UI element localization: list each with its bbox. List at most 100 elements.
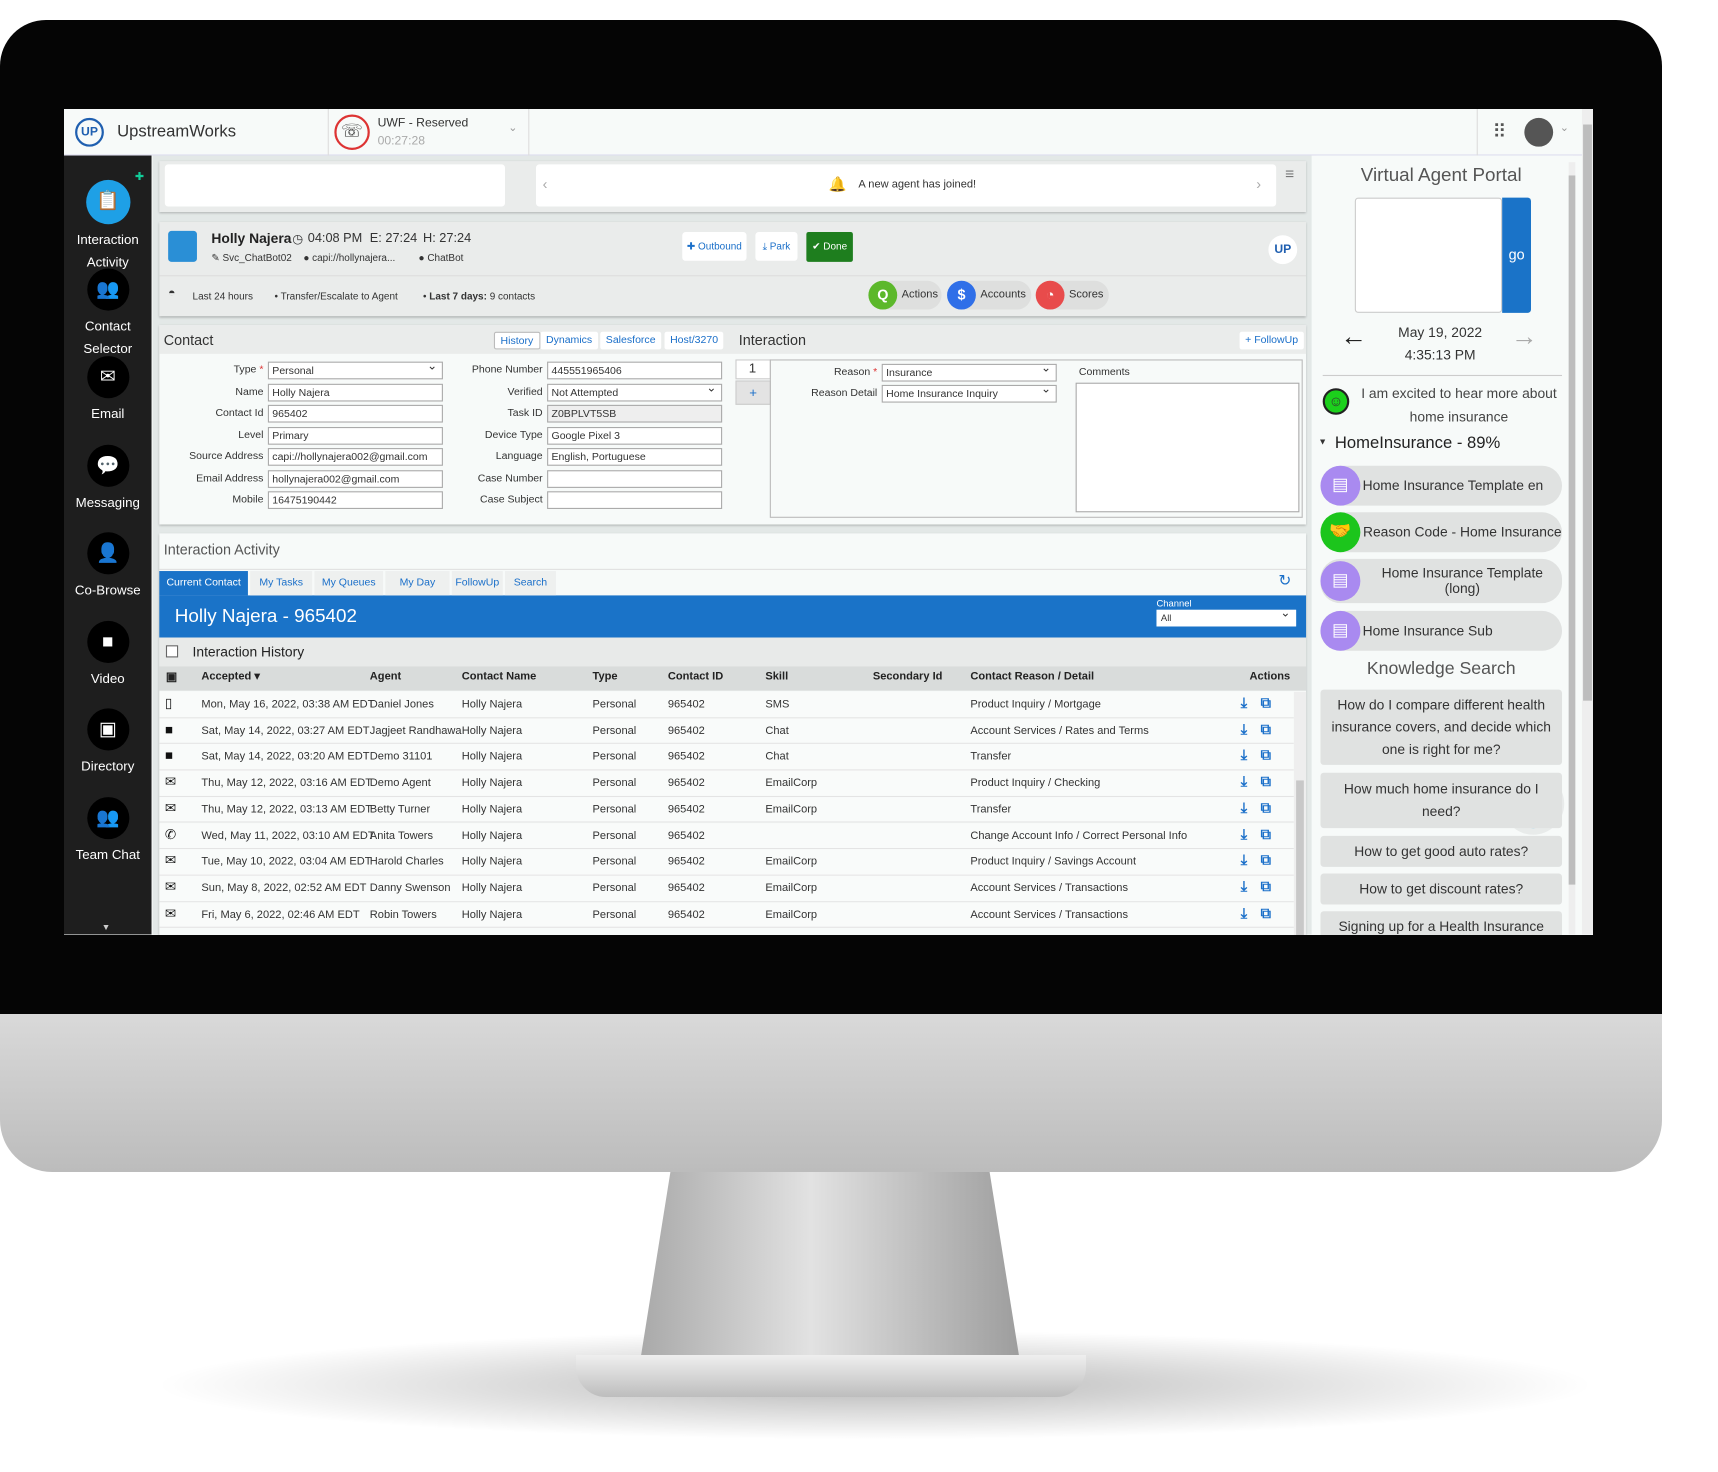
- open-external-icon[interactable]: ⧉: [1261, 878, 1271, 896]
- source-address-input[interactable]: capi://hollynajera002@gmail.com: [267, 448, 443, 466]
- import-icon[interactable]: ⤓: [1241, 747, 1247, 765]
- suggestion-chip[interactable]: 🤝 Reason Code - Home Insurance: [1320, 512, 1563, 553]
- knowledge-article[interactable]: How to get discount rates?: [1320, 873, 1563, 905]
- page-scrollbar[interactable]: [1581, 109, 1593, 935]
- sidebar-item-email[interactable]: ✉ Email: [64, 356, 152, 425]
- scrollbar-thumb[interactable]: [1568, 175, 1576, 885]
- dialpad-icon[interactable]: ⠿: [1476, 109, 1521, 156]
- channel-select[interactable]: All: [1156, 608, 1297, 627]
- add-interaction-button[interactable]: +: [735, 380, 771, 405]
- tab-my-queues[interactable]: My Queues: [314, 571, 384, 596]
- phone-number-input[interactable]: 445551965406: [547, 361, 723, 380]
- go-button[interactable]: go: [1502, 197, 1531, 313]
- tab-search[interactable]: Search: [504, 571, 556, 596]
- table-row[interactable]: ✉ Thu, May 12, 2022, 03:16 AM EDT Demo Age…: [159, 770, 1294, 797]
- suggestion-chip[interactable]: ▤ Home Insurance Template (long): [1320, 558, 1563, 604]
- open-external-icon[interactable]: ⧉: [1261, 694, 1271, 712]
- table-row[interactable]: ✉ Sun, May 8, 2022, 02:52 AM EDT Danny Swe…: [159, 875, 1294, 902]
- sidebar-item-contact[interactable]: 👥 Contact Selector: [64, 267, 152, 359]
- knowledge-article[interactable]: How much home insurance do I need?: [1320, 772, 1563, 829]
- column-header[interactable]: Accepted ▾: [201, 671, 260, 683]
- table-scrollbar[interactable]: [1293, 691, 1307, 935]
- actions-button[interactable]: Q Actions: [868, 280, 942, 310]
- column-header[interactable]: Skill: [765, 671, 788, 683]
- sidebar-item-interaction[interactable]: 📋 Interaction Activity: [64, 179, 152, 273]
- column-header[interactable]: Contact ID: [668, 671, 723, 683]
- portal-input[interactable]: [1354, 197, 1503, 313]
- verified-select[interactable]: Not Attempted: [547, 381, 723, 401]
- interaction-index-tab[interactable]: 1: [735, 359, 771, 380]
- case-subject-input[interactable]: [547, 491, 723, 509]
- type-select[interactable]: Personal: [267, 359, 443, 380]
- sidebar-item-video[interactable]: ■ Video: [64, 620, 152, 689]
- mobile-input[interactable]: 16475190442: [267, 491, 443, 509]
- open-external-icon[interactable]: ⧉: [1261, 747, 1271, 765]
- column-header[interactable]: Secondary Id: [873, 671, 943, 683]
- accounts-button[interactable]: $ Accounts: [947, 280, 1032, 310]
- tab-salesforce[interactable]: Salesforce: [600, 331, 662, 350]
- knowledge-article[interactable]: How do I compare different health insura…: [1320, 689, 1563, 765]
- contact-id-input[interactable]: 965402: [267, 404, 443, 423]
- open-external-icon[interactable]: ⧉: [1261, 799, 1271, 817]
- language-input[interactable]: English, Portuguese: [547, 448, 723, 466]
- import-icon[interactable]: ⤓: [1241, 904, 1247, 922]
- column-header[interactable]: Type: [593, 671, 618, 683]
- open-external-icon[interactable]: ⧉: [1261, 773, 1271, 791]
- prev-arrow-icon[interactable]: ‹: [543, 175, 548, 192]
- sidebar-item-co-browse[interactable]: 👤 Co-Browse: [64, 532, 152, 601]
- column-header[interactable]: Actions: [1250, 671, 1291, 683]
- sidebar-item-team-chat[interactable]: 👥 Team Chat: [64, 796, 152, 866]
- sidebar-item-directory[interactable]: ▣ Directory: [64, 708, 152, 777]
- reason-detail-select[interactable]: Home Insurance Inquiry: [881, 383, 1057, 403]
- knowledge-article[interactable]: How to get good auto rates?: [1320, 835, 1563, 867]
- import-icon[interactable]: ⤓: [1241, 773, 1247, 791]
- open-external-icon[interactable]: ⧉: [1261, 904, 1271, 922]
- tab-history[interactable]: History: [493, 331, 540, 350]
- refresh-icon[interactable]: ↻: [1278, 571, 1291, 590]
- menu-icon[interactable]: ≡: [1285, 164, 1294, 182]
- scrollbar-thumb[interactable]: [1296, 780, 1304, 935]
- level-input[interactable]: Primary: [267, 426, 443, 445]
- comments-textarea[interactable]: [1075, 382, 1300, 513]
- collapse-caret-icon[interactable]: ▼: [1318, 437, 1327, 447]
- tab-host3270[interactable]: Host/3270: [664, 331, 724, 350]
- import-icon[interactable]: ⤓: [1241, 825, 1247, 843]
- park-button[interactable]: ⤓ Park: [755, 231, 798, 261]
- open-external-icon[interactable]: ⧉: [1261, 825, 1271, 843]
- import-icon[interactable]: ⤓: [1241, 852, 1247, 870]
- chevron-down-icon[interactable]: ⌄: [1560, 122, 1569, 134]
- import-icon[interactable]: ⤓: [1241, 720, 1247, 738]
- user-avatar[interactable]: [1524, 117, 1554, 147]
- suggestion-chip[interactable]: ▤ Home Insurance Template en: [1320, 465, 1563, 506]
- tab-current-contact[interactable]: Current Contact: [159, 571, 248, 596]
- column-header[interactable]: Agent: [370, 671, 401, 683]
- table-row[interactable]: ▯ Mon, May 16, 2022, 03:38 AM EDT Daniel J…: [159, 691, 1294, 719]
- agent-status-dropdown[interactable]: ☏ UWF - Reserved 00:27:28 ⌄: [327, 109, 530, 156]
- back-arrow-icon[interactable]: ←: [1340, 322, 1367, 353]
- table-row[interactable]: ✉ Fri, May 6, 2022, 02:46 AM EDT Robin Tow…: [159, 901, 1294, 929]
- outbound-button[interactable]: ✚ Outbound: [682, 231, 747, 261]
- import-icon[interactable]: ⤓: [1241, 694, 1247, 712]
- followup-button[interactable]: + FollowUp: [1239, 331, 1304, 350]
- tab-followup[interactable]: FollowUp: [451, 571, 503, 596]
- name-input[interactable]: Holly Najera: [267, 383, 443, 401]
- open-external-icon[interactable]: ⧉: [1261, 720, 1271, 738]
- task-id-input[interactable]: Z0BPLVT5SB: [547, 404, 723, 423]
- import-icon[interactable]: ⤓: [1241, 799, 1247, 817]
- sidebar-item-messaging[interactable]: 💬 Messaging: [64, 444, 152, 513]
- scroll-down-icon[interactable]: ▼: [102, 922, 111, 932]
- case-number-input[interactable]: [547, 469, 723, 488]
- open-external-icon[interactable]: ⧉: [1261, 852, 1271, 870]
- reason-select[interactable]: Insurance: [881, 362, 1057, 382]
- tab-my-day[interactable]: My Day: [385, 571, 450, 596]
- tab-my-tasks[interactable]: My Tasks: [250, 571, 313, 596]
- device-type-input[interactable]: Google Pixel 3: [547, 426, 723, 445]
- table-row[interactable]: ■ Sat, May 14, 2022, 03:27 AM EDT Jagjeet …: [159, 718, 1294, 745]
- table-row[interactable]: ✉ Tue, May 10, 2022, 03:04 AM EDT Harold C…: [159, 849, 1294, 876]
- history-checkbox[interactable]: [165, 645, 179, 658]
- scores-button[interactable]: ◔ Scores: [1035, 280, 1109, 310]
- knowledge-article[interactable]: Signing up for a Health Insurance: [1320, 911, 1563, 935]
- table-row[interactable]: ✉ Thu, May 12, 2022, 03:13 AM EDT Betty Tu…: [159, 796, 1294, 824]
- scrollbar-thumb[interactable]: [1583, 124, 1592, 701]
- table-row[interactable]: ■ Sat, May 14, 2022, 03:20 AM EDT Demo 311…: [159, 744, 1294, 771]
